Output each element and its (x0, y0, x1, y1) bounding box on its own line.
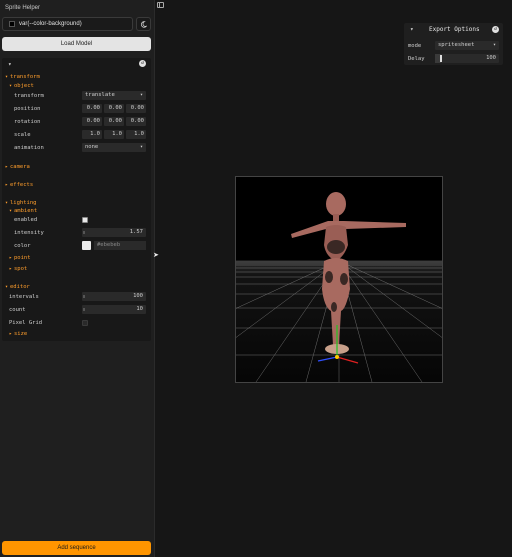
ambient-enabled-checkbox[interactable] (82, 217, 88, 223)
subsection-object[interactable]: ▾ object (9, 83, 34, 89)
viewport-render (236, 177, 442, 382)
chevron-down-icon: ▾ (492, 42, 496, 48)
position-z-input[interactable]: 0.00 (126, 104, 146, 113)
moon-icon (141, 20, 147, 28)
export-reset-icon[interactable]: ↺ (492, 26, 499, 33)
rotation-label: rotation (14, 119, 41, 125)
add-sequence-button[interactable]: Add sequence (2, 541, 151, 555)
export-title: Export Options (429, 26, 480, 33)
scale-y-input[interactable]: 1.0 (104, 130, 124, 139)
animation-select[interactable]: none ▾ (82, 143, 146, 152)
color-label: color (14, 243, 31, 249)
scale-x-input[interactable]: 1.0 (82, 130, 102, 139)
rotation-z-input[interactable]: 0.00 (126, 117, 146, 126)
count-label: count (9, 307, 26, 313)
background-selector[interactable]: var(--color-background) (2, 17, 133, 31)
slider-knob[interactable] (83, 308, 85, 311)
model-viewport[interactable] (235, 176, 443, 383)
slider-knob[interactable] (83, 295, 85, 298)
delay-knob[interactable] (440, 55, 442, 62)
ambient-color-input[interactable]: #ebebeb (94, 241, 146, 250)
intensity-label: intensity (14, 230, 44, 236)
section-lighting[interactable]: ▾ lighting (5, 200, 37, 206)
theme-toggle-button[interactable] (136, 17, 151, 31)
rotation-y-input[interactable]: 0.00 (104, 117, 124, 126)
background-swatch (9, 21, 15, 27)
sidebar-toggle-icon[interactable] (157, 2, 164, 8)
position-x-input[interactable]: 0.00 (82, 104, 102, 113)
intervals-label: intervals (9, 294, 39, 300)
animation-label: animation (14, 145, 44, 151)
mode-label: mode (408, 43, 422, 49)
position-y-input[interactable]: 0.00 (104, 104, 124, 113)
subsection-point[interactable]: ▸ point (9, 255, 31, 261)
delay-slider[interactable]: 100 (435, 54, 499, 63)
delay-label: Delay (408, 56, 425, 62)
section-editor[interactable]: ▾ editor (5, 284, 30, 290)
scale-label: scale (14, 132, 31, 138)
scale-z-input[interactable]: 1.0 (126, 130, 146, 139)
section-transform[interactable]: ▾ transform (5, 74, 40, 80)
mouse-cursor-icon: ➤ (153, 252, 159, 259)
settings-panel: ▾ ↺ ▾ transform ▾ object transform transla… (2, 58, 151, 341)
subsection-spot[interactable]: ▸ spot (9, 266, 27, 272)
chevron-down-icon: ▾ (139, 92, 143, 98)
transform-mode-select[interactable]: translate ▾ (82, 91, 146, 100)
reset-icon[interactable]: ↺ (139, 60, 146, 67)
slider-knob[interactable] (83, 231, 85, 234)
subsection-ambient[interactable]: ▾ ambient (9, 208, 37, 214)
collapse-export-icon[interactable]: ▾ (410, 26, 414, 33)
pixel-grid-checkbox[interactable] (82, 320, 88, 326)
mode-select[interactable]: spritesheet ▾ (435, 41, 499, 50)
count-input[interactable]: 10 (82, 305, 146, 314)
rotation-x-input[interactable]: 0.00 (82, 117, 102, 126)
app-title: Sprite Helper (5, 5, 41, 11)
background-value: var(--color-background) (19, 21, 82, 27)
section-effects[interactable]: ▸ effects (5, 182, 33, 188)
pixel-grid-label: Pixel Grid (9, 320, 43, 326)
intensity-slider[interactable]: 1.57 (82, 228, 146, 237)
panel-header: ▾ ↺ (2, 58, 151, 70)
ambient-color-swatch[interactable] (82, 241, 91, 250)
subsection-size[interactable]: ▸ size (9, 331, 27, 337)
transform-label: transform (14, 93, 44, 99)
intervals-input[interactable]: 100 (82, 292, 146, 301)
enabled-label: enabled (14, 217, 38, 223)
sidebar: Sprite Helper var(--color-background) Lo… (0, 0, 155, 557)
chevron-down-icon: ▾ (139, 144, 143, 150)
load-model-button[interactable]: Load Model (2, 37, 151, 51)
section-camera[interactable]: ▸ camera (5, 164, 30, 170)
export-options-panel: ▾ Export Options ↺ mode spritesheet ▾ Del… (404, 23, 503, 65)
position-label: position (14, 106, 41, 112)
collapse-panel-icon[interactable]: ▾ (8, 61, 12, 68)
